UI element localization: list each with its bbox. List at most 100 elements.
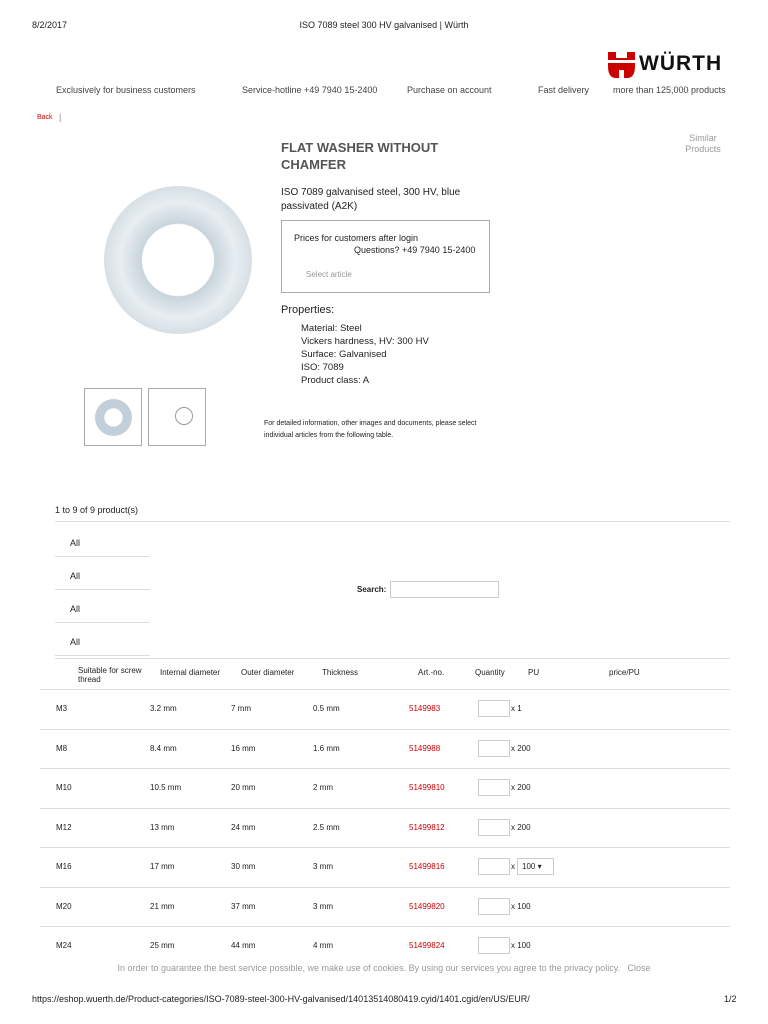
pu-value: x 200	[511, 783, 531, 792]
thumbnail-drawing[interactable]	[148, 388, 206, 446]
filter-1[interactable]: All	[55, 524, 150, 557]
back-link[interactable]: Back	[37, 114, 53, 121]
property: Vickers hardness, HV: 300 HV	[301, 336, 429, 347]
nav-business[interactable]: Exclusively for business customers	[56, 85, 196, 95]
cell: 13 mm	[150, 822, 175, 832]
property: Product class: A	[301, 375, 370, 386]
cell: 20 mm	[231, 783, 256, 792]
nav-delivery[interactable]: Fast delivery	[538, 85, 589, 95]
cell: 4 mm	[313, 941, 333, 950]
cell: 8.4 mm	[150, 743, 177, 753]
divider	[55, 658, 730, 659]
table-row: M10 10.5 mm 20 mm 2 mm 51499810 x 200	[40, 768, 730, 807]
cell: 30 mm	[231, 862, 256, 871]
quantity-input[interactable]	[478, 700, 510, 717]
cell: 25 mm	[150, 941, 175, 950]
table-row: M24 25 mm 44 mm 4 mm 51499824 x 100	[40, 926, 730, 965]
cell: 44 mm	[231, 941, 256, 950]
print-title: ISO 7089 steel 300 HV galvanised | Würth	[299, 20, 469, 30]
cell: 17 mm	[150, 862, 175, 871]
cell: M8	[56, 743, 68, 753]
pu-value: x 1	[511, 704, 522, 713]
cell: M20	[56, 901, 72, 911]
quantity-input[interactable]	[478, 818, 510, 836]
cell: 2.5 mm	[313, 822, 340, 832]
select-article-text: Select article	[306, 270, 352, 279]
pu-value: x 200	[511, 822, 531, 832]
cell: 7 mm	[231, 704, 251, 713]
price-box: Prices for customers after login Questio…	[281, 220, 490, 293]
thumbnail-photo[interactable]	[84, 388, 142, 446]
divider	[55, 521, 730, 522]
product-title: FLAT WASHER WITHOUT CHAMFER	[281, 140, 439, 172]
table-row: M20 21 mm 37 mm 3 mm 51499820 x 100	[40, 886, 730, 926]
pu-select-value: 100	[522, 862, 536, 871]
col-thread: Suitable for screw thread	[78, 666, 142, 684]
cell: M24	[56, 941, 72, 950]
quantity-input[interactable]	[478, 897, 510, 915]
article-number-link[interactable]: 51499812	[409, 823, 445, 832]
cell: 21 mm	[150, 901, 175, 911]
col-thickness: Thickness	[322, 668, 359, 677]
separator: |	[59, 112, 62, 122]
pu-value: x	[511, 862, 515, 871]
table-row: M12 13 mm 24 mm 2.5 mm 51499812 x 200	[40, 807, 730, 847]
info-text: For detailed information, other images a…	[264, 420, 477, 439]
filter-3[interactable]: All	[55, 590, 150, 623]
logo-text: WÜRTH	[639, 52, 723, 75]
col-internal: Internal diameter	[160, 668, 221, 677]
product-count: 1 to 9 of 9 product(s)	[55, 505, 139, 515]
quantity-input[interactable]	[478, 937, 510, 954]
property: Material: Steel	[301, 323, 362, 334]
logo-icon	[608, 52, 635, 78]
cell: 37 mm	[231, 901, 256, 911]
quantity-input[interactable]	[478, 858, 510, 875]
page-number: 1/2	[724, 994, 737, 1004]
nav-products[interactable]: more than 125,000 products	[613, 85, 726, 95]
nav-hotline[interactable]: Service-hotline +49 7940 15-2400	[242, 85, 377, 95]
product-description: ISO 7089 galvanised steel, 300 HV, blue …	[281, 187, 461, 212]
nav-purchase[interactable]: Purchase on account	[407, 85, 492, 95]
pu-value: x 100	[511, 901, 531, 911]
property: ISO: 7089	[301, 362, 344, 373]
search-label: Search:	[357, 585, 387, 594]
article-number-link[interactable]: 51499810	[409, 783, 445, 792]
search-input[interactable]	[390, 581, 499, 598]
col-artno: Art.-no.	[418, 668, 445, 677]
col-quantity: Quantity	[475, 668, 505, 677]
cell: M3	[56, 704, 68, 713]
table-row: M8 8.4 mm 16 mm 1.6 mm 5149988 x 200	[40, 728, 730, 768]
similar-products-link[interactable]: Similar Products	[680, 133, 726, 155]
wurth-logo[interactable]: WÜRTH	[608, 52, 721, 80]
cell: M12	[56, 822, 72, 832]
col-price: price/PU	[609, 668, 640, 677]
table-row: M3 3.2 mm 7 mm 0.5 mm 5149983 x 1	[40, 689, 730, 728]
cell: 16 mm	[231, 743, 256, 753]
quantity-input[interactable]	[478, 779, 510, 796]
questions-text: Questions? +49 7940 15-2400	[354, 245, 476, 255]
col-pu: PU	[528, 668, 540, 677]
price-login-text: Prices for customers after login	[294, 233, 419, 243]
cell: 3 mm	[313, 901, 333, 911]
article-number-link[interactable]: 51499816	[409, 862, 445, 871]
product-image	[104, 186, 252, 334]
cell: 1.6 mm	[313, 743, 340, 753]
pu-select[interactable]: 100 ▾	[517, 858, 554, 875]
cookie-banner: In order to guarantee the best service p…	[0, 963, 768, 973]
cell: 0.5 mm	[313, 704, 340, 713]
filter-2[interactable]: All	[55, 557, 150, 590]
cookie-close-button[interactable]: Close	[628, 963, 651, 973]
quantity-input[interactable]	[478, 739, 510, 757]
article-number-link[interactable]: 51499820	[409, 902, 445, 911]
article-number-link[interactable]: 51499824	[409, 941, 445, 950]
table-row: M16 17 mm 30 mm 3 mm 51499816 x 100 ▾	[40, 847, 730, 886]
article-number-link[interactable]: 5149983	[409, 704, 440, 713]
cell: M10	[56, 783, 72, 792]
filter-4[interactable]: All	[55, 623, 150, 656]
cell: M16	[56, 862, 72, 871]
cell: 3.2 mm	[150, 704, 177, 713]
cell: 10.5 mm	[150, 783, 182, 792]
properties-heading: Properties:	[281, 304, 335, 316]
cookie-text: In order to guarantee the best service p…	[117, 963, 621, 973]
article-number-link[interactable]: 5149988	[409, 744, 440, 753]
